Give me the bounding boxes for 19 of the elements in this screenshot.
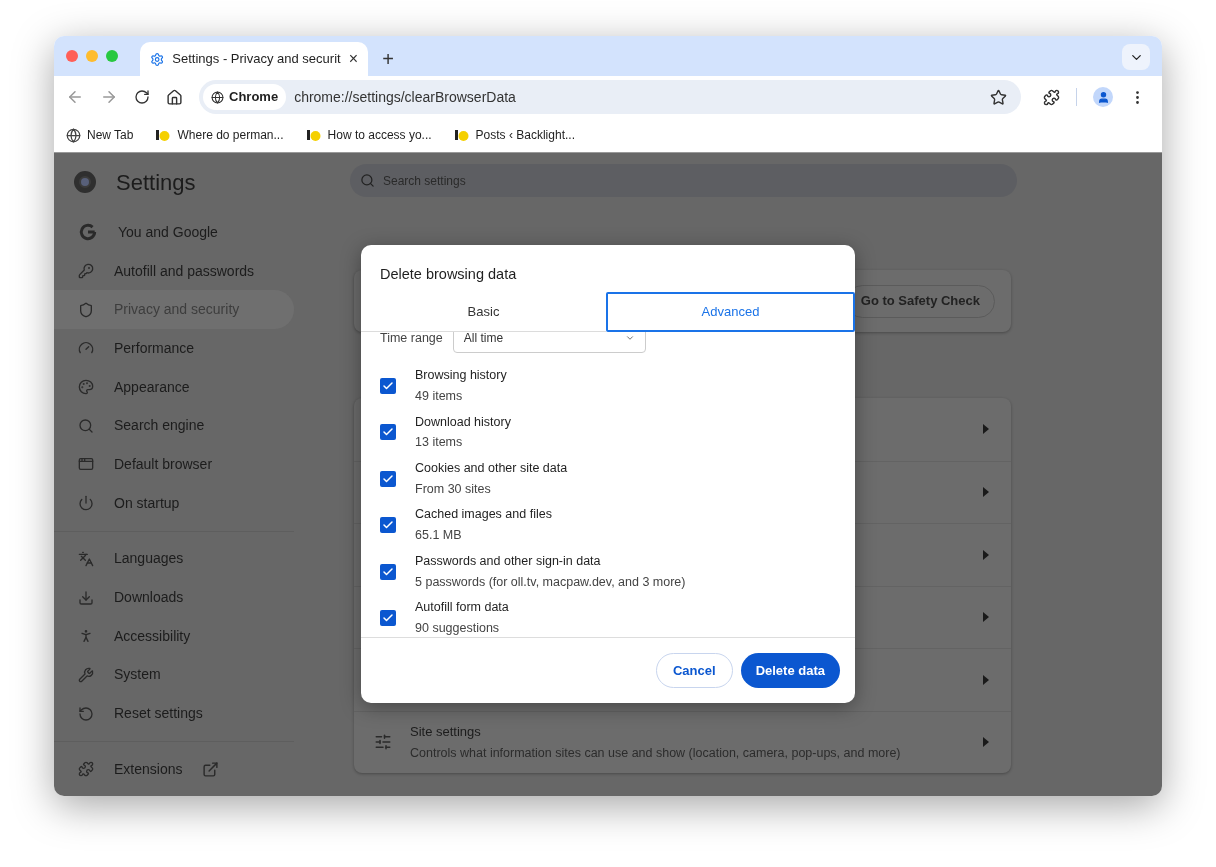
row-description: Controls what information sites can use and show (location, camera, pop-ups, and more) xyxy=(410,745,902,763)
item-detail: From 30 sites xyxy=(415,480,492,498)
dialog-title: Delete browsing data xyxy=(380,265,518,284)
item-title: Browsing history xyxy=(415,367,507,385)
item-title: Download history xyxy=(415,413,511,431)
item-title: Cached images and files xyxy=(415,506,552,524)
item-title: Passwords and other sign-in data xyxy=(415,552,602,570)
item-title: Autofill form data xyxy=(415,599,509,617)
item-detail: 49 items xyxy=(415,387,464,405)
time-range-label: Time range xyxy=(380,331,443,347)
url-text: chrome://settings/clearBrowserData xyxy=(294,87,517,107)
settings-title: Settings xyxy=(116,168,196,197)
item-detail: 5 passwords (for oll.tv, macpaw.dev, and 3 more) xyxy=(415,573,686,591)
item-detail: 13 items xyxy=(415,434,464,452)
item-detail: 90 suggestions xyxy=(415,619,501,637)
item-title: Cookies and other site data xyxy=(415,459,568,477)
tab-title: Settings - Privacy and securit xyxy=(172,50,341,69)
item-detail: 65.1 MB xyxy=(415,527,463,545)
row-title: Site settings xyxy=(410,722,482,741)
